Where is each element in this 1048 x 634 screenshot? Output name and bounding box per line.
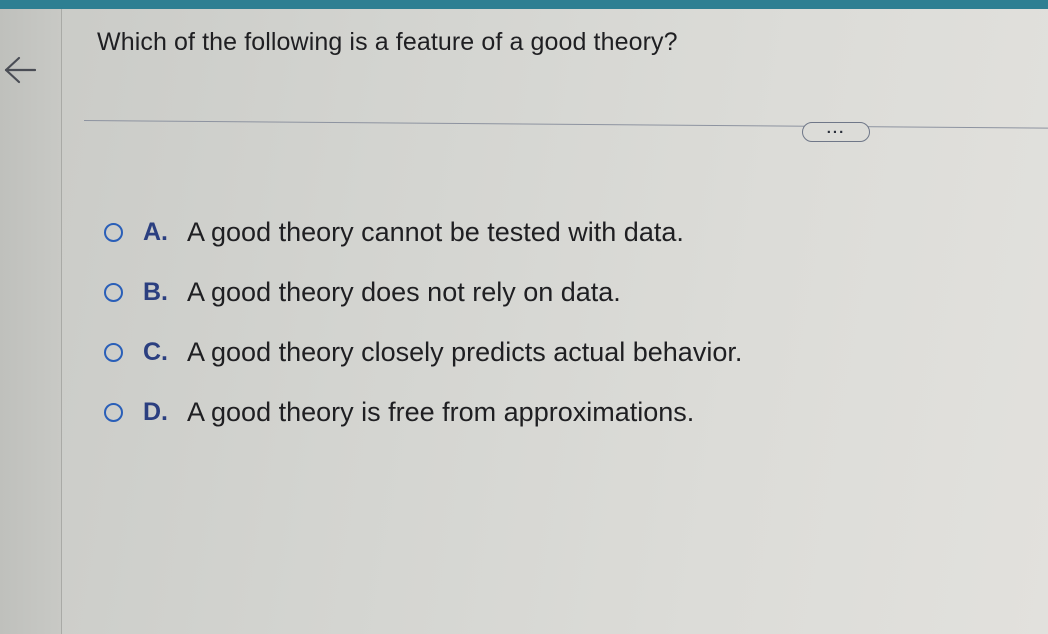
option-letter: A. <box>143 217 168 246</box>
option-text: A good theory closely predicts actual be… <box>187 336 743 367</box>
top-accent-bar <box>0 0 1048 9</box>
back-button[interactable] <box>0 48 38 96</box>
option-d[interactable]: D. A good theory is free from approximat… <box>104 392 824 432</box>
more-dots: ... <box>826 120 846 137</box>
more-options-button[interactable]: ... <box>802 120 870 142</box>
radio-button-c[interactable] <box>104 342 123 362</box>
arrow-left-icon <box>2 53 37 92</box>
option-c[interactable]: C. A good theory closely predicts actual… <box>104 332 824 372</box>
radio-button-d[interactable] <box>104 402 123 422</box>
radio-button-a[interactable] <box>104 222 123 242</box>
option-text: A good theory is free from approximation… <box>187 396 695 427</box>
option-b[interactable]: B. A good theory does not rely on data. <box>104 272 824 312</box>
radio-button-b[interactable] <box>104 282 123 302</box>
option-letter: D. <box>143 397 168 426</box>
divider-line <box>83 120 1048 129</box>
rail-divider <box>61 9 62 634</box>
option-text: A good theory cannot be tested with data… <box>187 216 684 247</box>
option-letter: C. <box>143 337 168 366</box>
option-text: A good theory does not rely on data. <box>187 276 621 307</box>
option-letter: B. <box>143 277 168 306</box>
question-text: Which of the following is a feature of a… <box>97 28 678 56</box>
option-a[interactable]: A. A good theory cannot be tested with d… <box>104 212 824 252</box>
left-rail <box>0 9 61 634</box>
